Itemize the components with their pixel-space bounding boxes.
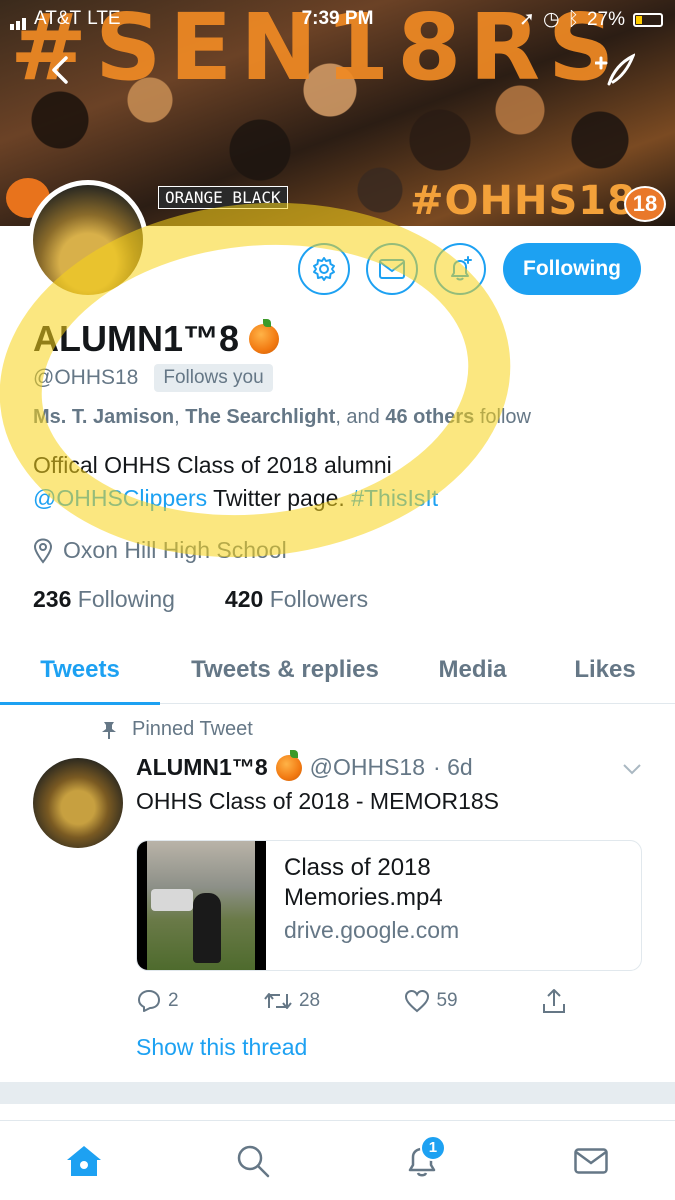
profile-tabs: Tweets Tweets & replies Media Likes	[0, 636, 675, 705]
banner-badge: 18	[624, 186, 666, 222]
follow-suffix: follow	[474, 406, 531, 428]
nav-home[interactable]	[54, 1131, 114, 1191]
notifications-toggle-button[interactable]	[434, 243, 486, 295]
share-icon	[542, 989, 565, 1013]
chevron-down-icon	[623, 764, 641, 775]
home-icon	[67, 1145, 102, 1176]
pin-icon	[102, 721, 116, 739]
reply-count: 2	[168, 990, 179, 1011]
tweet-text: OHHS Class of 2018 - MEMOR18S	[136, 788, 500, 814]
pinned-label: Pinned Tweet	[132, 718, 253, 740]
location-arrow-icon: ➚	[519, 9, 535, 30]
show-thread-link[interactable]: Show this thread	[136, 1034, 307, 1061]
status-bar: AT&T LTE 7:39 PM ➚ ◷ ᛒ 27%	[0, 0, 675, 36]
known-follower-2[interactable]: The Searchlight	[185, 406, 335, 428]
back-button[interactable]	[40, 50, 80, 90]
battery-percent: 27%	[586, 8, 625, 30]
tweet-author-avatar[interactable]	[33, 758, 123, 848]
chevron-left-icon	[52, 56, 68, 84]
tweet-age: · 6d	[433, 754, 473, 780]
compose-button[interactable]	[595, 50, 635, 90]
known-followers-others[interactable]: 46 others	[385, 406, 474, 428]
separator-1: ,	[174, 406, 186, 428]
following-count: 236	[33, 586, 72, 612]
tweet-header: ALUMN1™8 @OHHS18 · 6d	[136, 749, 473, 781]
profile-location: Oxon Hill High School	[33, 537, 287, 564]
bio-line-1: Offical OHHS Class of 2018 alumni	[33, 452, 392, 478]
retweet-button[interactable]: 28	[263, 988, 320, 1014]
like-count: 59	[436, 990, 458, 1011]
envelope-icon	[573, 1147, 608, 1174]
orange-emoji-icon	[249, 319, 280, 354]
battery-icon	[633, 12, 663, 27]
nav-search[interactable]	[223, 1131, 283, 1191]
followers-label: Followers	[269, 586, 369, 612]
following-count-link[interactable]: 236 Following	[33, 586, 175, 613]
bio-middle-text: Twitter page.	[207, 485, 352, 512]
handle-row: @OHHS18 Follows you	[33, 364, 273, 392]
tab-tweets[interactable]: Tweets	[0, 636, 160, 705]
tweet-menu-button[interactable]	[622, 758, 642, 781]
reply-icon	[138, 990, 160, 1012]
tweet-author-handle: @OHHS18	[309, 754, 426, 780]
following-label: Following	[77, 586, 175, 612]
share-button[interactable]	[542, 988, 566, 1014]
gear-icon	[313, 257, 335, 281]
compose-icon	[595, 53, 635, 86]
location-text: Oxon Hill High School	[63, 537, 287, 563]
link-card-title: Class of 2018 Memories.mp4	[284, 854, 443, 911]
link-card-thumbnail	[137, 841, 266, 970]
follows-you-badge: Follows you	[154, 364, 273, 392]
follow-counts: 236 Following 420 Followers	[33, 586, 368, 613]
separator-2: , and	[335, 406, 386, 428]
banner-hashtag: #OHHS18	[410, 178, 636, 224]
bell-plus-icon	[451, 256, 472, 281]
profile-name: ALUMN1™8	[33, 318, 280, 360]
followers-count-link[interactable]: 420 Followers	[225, 586, 368, 613]
profile-handle: @OHHS18	[33, 366, 139, 389]
bottom-tab-bar: 1	[0, 1120, 675, 1200]
heart-icon	[405, 989, 430, 1013]
envelope-icon	[379, 259, 405, 279]
tab-likes[interactable]: Likes	[535, 636, 675, 704]
retweet-count: 28	[298, 990, 321, 1011]
bio-mention-link[interactable]: @OHHSClippers	[33, 485, 207, 511]
link-card-domain: drive.google.com	[284, 917, 460, 943]
bluetooth-icon: ᛒ	[567, 8, 579, 30]
profile-bio: Offical OHHS Class of 2018 alumni @OHHSC…	[33, 449, 633, 516]
tweet-actions: 2 28 59	[136, 988, 566, 1014]
following-button[interactable]: Following	[503, 243, 641, 295]
timeline-divider	[0, 1082, 675, 1104]
location-pin-icon	[33, 537, 53, 564]
settings-button[interactable]	[298, 243, 350, 295]
notifications-badge: 1	[419, 1134, 446, 1161]
bio-hashtag-link[interactable]: #ThisIsIt	[351, 485, 438, 511]
display-name: ALUMN1™8	[33, 318, 240, 359]
next-tweet-peek	[0, 1104, 675, 1120]
search-icon	[237, 1145, 270, 1177]
message-button[interactable]	[366, 243, 418, 295]
like-button[interactable]: 59	[404, 988, 458, 1014]
tab-media[interactable]: Media	[410, 636, 535, 704]
nav-messages[interactable]	[561, 1131, 621, 1191]
tweet-author-name[interactable]: ALUMN1™8	[136, 754, 268, 781]
banner-sticker: ORANGE BLACK	[158, 186, 288, 209]
alarm-icon: ◷	[542, 9, 560, 30]
tab-tweets-replies[interactable]: Tweets & replies	[160, 636, 410, 704]
nav-notifications[interactable]: 1	[392, 1131, 452, 1191]
pinned-indicator: Pinned Tweet	[100, 718, 253, 741]
reply-button[interactable]: 2	[136, 988, 179, 1014]
orange-emoji-icon	[275, 749, 302, 781]
followers-count: 420	[224, 586, 264, 612]
known-follower-1[interactable]: Ms. T. Jamison	[33, 406, 174, 428]
retweet-icon	[264, 993, 292, 1009]
followers-you-know[interactable]: Ms. T. Jamison, The Searchlight, and 46 …	[33, 406, 531, 429]
link-card[interactable]: Class of 2018 Memories.mp4 drive.google.…	[136, 840, 642, 971]
profile-avatar[interactable]	[28, 180, 148, 300]
